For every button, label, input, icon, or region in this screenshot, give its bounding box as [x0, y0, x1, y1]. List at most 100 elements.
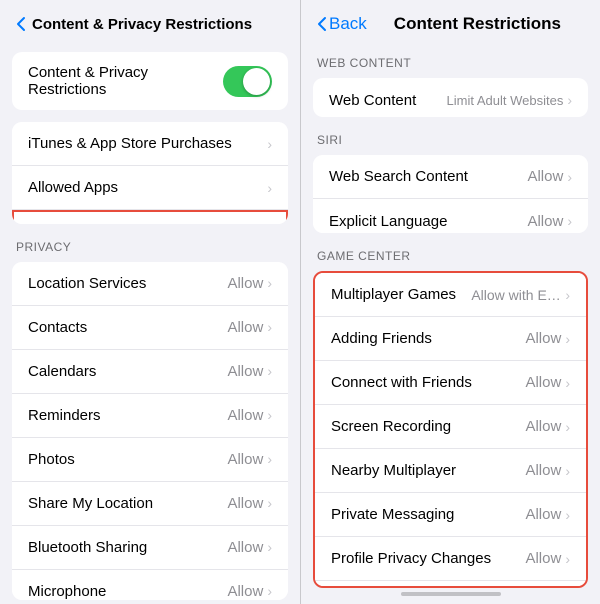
left-nav-bar: Content & Privacy Restrictions	[0, 0, 300, 44]
nearby-multiplayer-item[interactable]: Nearby Multiplayer Allow ›	[315, 449, 586, 493]
location-services-label: Location Services	[28, 275, 146, 292]
connect-with-friends-chevron: ›	[565, 375, 570, 391]
share-my-location-value: Allow	[227, 495, 263, 512]
screen-recording-label: Screen Recording	[331, 418, 451, 435]
web-content-section: Web Content Limit Adult Websites ›	[313, 78, 588, 117]
nearby-multiplayer-label: Nearby Multiplayer	[331, 462, 456, 479]
adding-friends-chevron: ›	[565, 331, 570, 347]
left-nav-title: Content & Privacy Restrictions	[32, 16, 284, 33]
private-messaging-label: Private Messaging	[331, 506, 454, 523]
bluetooth-sharing-chevron: ›	[267, 539, 272, 555]
bluetooth-sharing-value: Allow	[227, 539, 263, 556]
reminders-label: Reminders	[28, 407, 101, 424]
screen-recording-item[interactable]: Screen Recording Allow ›	[315, 405, 586, 449]
toggle-section: Content & Privacy Restrictions	[12, 52, 288, 110]
home-bar	[401, 592, 501, 596]
location-services-chevron: ›	[267, 275, 272, 291]
web-search-content-label: Web Search Content	[329, 168, 468, 185]
siri-header: SIRI	[301, 125, 600, 151]
explicit-language-label: Explicit Language	[329, 213, 447, 230]
toggle-label: Content & Privacy Restrictions	[28, 64, 223, 98]
bluetooth-sharing-item[interactable]: Bluetooth Sharing Allow ›	[12, 526, 288, 570]
siri-section: Web Search Content Allow › Explicit Lang…	[313, 155, 588, 233]
explicit-language-item[interactable]: Explicit Language Allow ›	[313, 199, 588, 233]
right-back-label: Back	[329, 14, 367, 34]
photos-value: Allow	[227, 451, 263, 468]
main-menu-section: iTunes & App Store Purchases › Allowed A…	[12, 122, 288, 224]
web-content-item[interactable]: Web Content Limit Adult Websites ›	[313, 78, 588, 117]
right-back-button[interactable]: Back	[317, 14, 367, 34]
photos-chevron: ›	[267, 451, 272, 467]
multiplayer-games-value: Allow with Every...	[471, 287, 561, 303]
reminders-value: Allow	[227, 407, 263, 424]
microphone-item[interactable]: Microphone Allow ›	[12, 570, 288, 600]
adding-friends-value: Allow	[525, 330, 561, 347]
calendars-chevron: ›	[267, 363, 272, 379]
explicit-language-chevron: ›	[567, 213, 572, 229]
contacts-chevron: ›	[267, 319, 272, 335]
connect-with-friends-label: Connect with Friends	[331, 374, 472, 391]
share-my-location-item[interactable]: Share My Location Allow ›	[12, 482, 288, 526]
right-panel: Back Content Restrictions WEB CONTENT We…	[300, 0, 600, 604]
allowed-apps-label: Allowed Apps	[28, 179, 118, 196]
game-center-section: Multiplayer Games Allow with Every... › …	[313, 271, 588, 588]
web-search-content-item[interactable]: Web Search Content Allow ›	[313, 155, 588, 199]
allowed-apps-chevron: ›	[267, 180, 272, 196]
private-messaging-chevron: ›	[565, 507, 570, 523]
photos-item[interactable]: Photos Allow ›	[12, 438, 288, 482]
game-center-header: GAME CENTER	[301, 241, 600, 267]
share-my-location-chevron: ›	[267, 495, 272, 511]
web-content-value: Limit Adult Websites	[447, 93, 564, 108]
allowed-apps-item[interactable]: Allowed Apps ›	[12, 166, 288, 210]
calendars-item[interactable]: Calendars Allow ›	[12, 350, 288, 394]
profile-privacy-changes-value: Allow	[525, 550, 561, 567]
web-content-label: Web Content	[329, 92, 416, 109]
private-messaging-item[interactable]: Private Messaging Allow ›	[315, 493, 586, 537]
web-content-chevron: ›	[567, 92, 572, 108]
private-messaging-value: Allow	[525, 506, 561, 523]
contacts-label: Contacts	[28, 319, 87, 336]
multiplayer-games-item[interactable]: Multiplayer Games Allow with Every... ›	[315, 273, 586, 317]
privacy-section-header: PRIVACY	[0, 232, 300, 258]
connect-with-friends-item[interactable]: Connect with Friends Allow ›	[315, 361, 586, 405]
web-search-content-value: Allow	[527, 168, 563, 185]
adding-friends-item[interactable]: Adding Friends Allow ›	[315, 317, 586, 361]
location-services-value: Allow	[227, 275, 263, 292]
profile-privacy-changes-item[interactable]: Profile Privacy Changes Allow ›	[315, 537, 586, 581]
nearby-multiplayer-value: Allow	[525, 462, 561, 479]
nearby-multiplayer-chevron: ›	[565, 463, 570, 479]
right-nav-title: Content Restrictions	[371, 14, 584, 34]
contacts-item[interactable]: Contacts Allow ›	[12, 306, 288, 350]
left-panel: Content & Privacy Restrictions Content &…	[0, 0, 300, 604]
screen-recording-value: Allow	[525, 418, 561, 435]
contacts-value: Allow	[227, 319, 263, 336]
microphone-value: Allow	[227, 583, 263, 600]
screen-recording-chevron: ›	[565, 419, 570, 435]
calendars-value: Allow	[227, 363, 263, 380]
reminders-chevron: ›	[267, 407, 272, 423]
adding-friends-label: Adding Friends	[331, 330, 432, 347]
microphone-chevron: ›	[267, 583, 272, 599]
avatar-nickname-changes-item[interactable]: Avatar & Nickname Changes Allow ›	[315, 581, 586, 588]
reminders-item[interactable]: Reminders Allow ›	[12, 394, 288, 438]
connect-with-friends-value: Allow	[525, 374, 561, 391]
multiplayer-games-label: Multiplayer Games	[331, 286, 456, 303]
left-back-button[interactable]	[16, 16, 28, 32]
calendars-label: Calendars	[28, 363, 96, 380]
content-privacy-toggle[interactable]	[223, 66, 272, 97]
itunes-purchases-label: iTunes & App Store Purchases	[28, 135, 232, 152]
right-nav-bar: Back Content Restrictions	[301, 0, 600, 44]
itunes-purchases-item[interactable]: iTunes & App Store Purchases ›	[12, 122, 288, 166]
web-content-header: WEB CONTENT	[301, 48, 600, 74]
location-services-item[interactable]: Location Services Allow ›	[12, 262, 288, 306]
multiplayer-games-chevron: ›	[565, 287, 570, 303]
privacy-section: Location Services Allow › Contacts Allow…	[12, 262, 288, 600]
explicit-language-value: Allow	[527, 213, 563, 230]
photos-label: Photos	[28, 451, 75, 468]
profile-privacy-changes-label: Profile Privacy Changes	[331, 550, 491, 567]
microphone-label: Microphone	[28, 583, 106, 600]
content-restrictions-item[interactable]: Content Restrictions ›	[12, 210, 288, 224]
web-search-content-chevron: ›	[567, 169, 572, 185]
home-indicator	[301, 592, 600, 596]
share-my-location-label: Share My Location	[28, 495, 153, 512]
